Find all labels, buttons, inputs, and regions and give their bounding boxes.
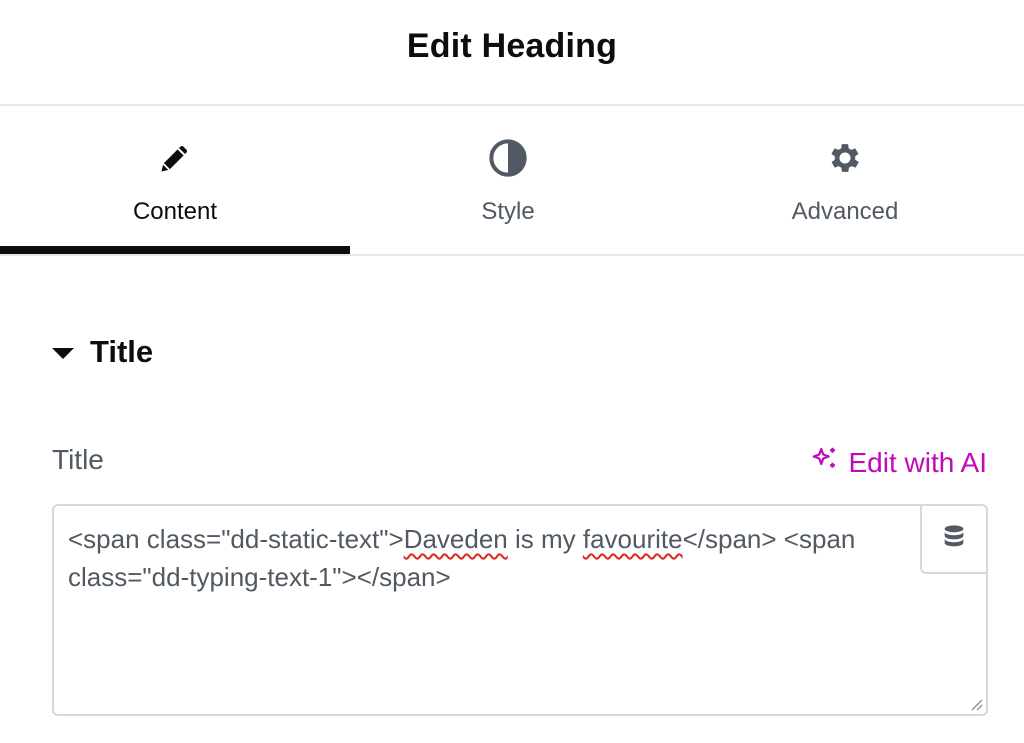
title-field-label: Title xyxy=(52,444,104,475)
panel-header: Edit Heading xyxy=(0,0,1024,106)
gear-icon xyxy=(825,138,865,178)
dynamic-tags-button[interactable] xyxy=(920,504,988,574)
value-text-part: is my xyxy=(507,524,583,554)
database-icon xyxy=(940,523,968,556)
edit-with-ai-link[interactable]: Edit with AI xyxy=(810,444,987,481)
value-text-part: <span class="dd-static-text"> xyxy=(68,524,404,554)
caret-down-icon xyxy=(52,347,74,359)
resize-handle-icon[interactable] xyxy=(967,695,983,711)
tab-content-label: Content xyxy=(132,198,218,225)
tab-advanced[interactable]: Advanced xyxy=(666,106,1024,254)
tab-style[interactable]: Style xyxy=(350,106,666,254)
tab-style-label: Style xyxy=(481,198,535,225)
sparkles-icon xyxy=(810,444,840,481)
title-textarea[interactable]: <span class="dd-static-text">Daveden is … xyxy=(52,504,988,716)
title-textarea-value[interactable]: <span class="dd-static-text">Daveden is … xyxy=(68,520,918,596)
edit-with-ai-label: Edit with AI xyxy=(848,446,987,478)
half-circle-icon xyxy=(488,138,528,178)
misspelled-word: Daveden xyxy=(403,524,508,554)
tab-bar: Content Style Advanced xyxy=(0,106,1024,256)
pencil-icon xyxy=(155,138,195,178)
tab-advanced-label: Advanced xyxy=(791,198,899,225)
panel-title: Edit Heading xyxy=(406,26,618,65)
section-title-toggle[interactable]: Title xyxy=(52,334,153,370)
tab-content[interactable]: Content xyxy=(0,106,350,254)
section-title: Title xyxy=(90,334,154,369)
misspelled-word: favourite xyxy=(582,524,683,554)
